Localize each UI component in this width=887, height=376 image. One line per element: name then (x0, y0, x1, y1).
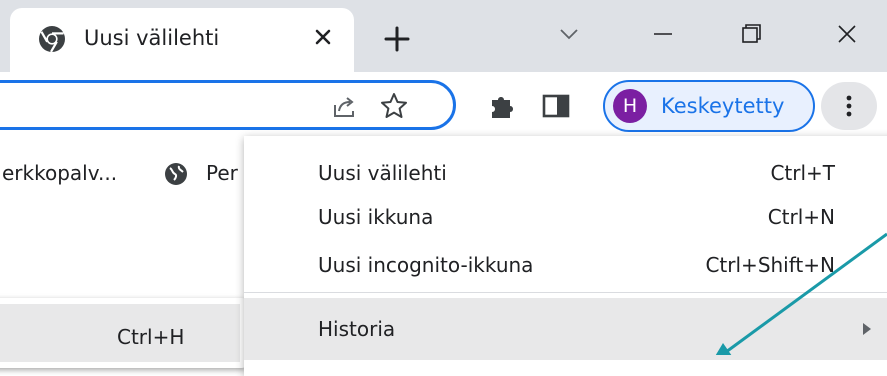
avatar: H (613, 89, 647, 123)
share-icon[interactable] (329, 92, 359, 122)
menu-item-label: Uusi incognito-ikkuna (318, 253, 534, 277)
menu-shortcut: Ctrl+Shift+N (705, 253, 835, 277)
chrome-icon (39, 26, 65, 53)
omnibox[interactable] (0, 80, 456, 130)
restore-icon[interactable] (728, 14, 774, 54)
extensions-icon[interactable] (486, 90, 518, 122)
history-submenu: Ctrl+H (0, 298, 246, 368)
chrome-menu: Uusi välilehti Ctrl+T Uusi ikkuna Ctrl+N… (244, 136, 887, 376)
chrome-menu-button[interactable] (821, 82, 877, 130)
bookmark-item[interactable]: Per (206, 160, 238, 186)
menu-item-label: Historia (318, 317, 396, 341)
menu-separator (244, 292, 887, 293)
close-window-icon[interactable] (824, 14, 870, 54)
chevron-down-icon[interactable] (546, 14, 592, 54)
menu-item-new-tab[interactable]: Uusi välilehti Ctrl+T (244, 152, 887, 194)
bookmark-item[interactable]: erkkopalv... (2, 160, 117, 186)
globe-icon (165, 163, 187, 185)
tab-title: Uusi välilehti (84, 26, 220, 50)
menu-item-history[interactable]: Historia (244, 298, 887, 360)
menu-shortcut: Ctrl+N (767, 205, 835, 229)
profile-button[interactable]: H Keskeytetty (603, 80, 815, 132)
menu-item-new-incognito-window[interactable]: Uusi incognito-ikkuna Ctrl+Shift+N (244, 244, 887, 286)
toolbar: H Keskeytetty (0, 72, 887, 142)
close-icon[interactable] (308, 22, 338, 52)
plus-icon[interactable] (378, 20, 416, 58)
minimize-icon[interactable] (640, 14, 686, 54)
menu-shortcut: Ctrl+T (770, 161, 835, 185)
more-vert-icon (846, 95, 852, 117)
side-panel-icon[interactable] (540, 90, 572, 122)
menu-item-label: Uusi ikkuna (318, 205, 434, 229)
tab-new-tab[interactable]: Uusi välilehti (10, 8, 354, 72)
submenu-item-history[interactable]: Ctrl+H (0, 304, 240, 362)
submenu-arrow-icon (863, 323, 871, 335)
profile-status-label: Keskeytetty (661, 94, 785, 118)
menu-item-new-window[interactable]: Uusi ikkuna Ctrl+N (244, 196, 887, 238)
star-icon[interactable] (379, 91, 409, 121)
menu-item-label: Uusi välilehti (318, 161, 447, 185)
menu-shortcut: Ctrl+H (117, 325, 185, 349)
title-bar: Uusi välilehti (0, 0, 887, 72)
